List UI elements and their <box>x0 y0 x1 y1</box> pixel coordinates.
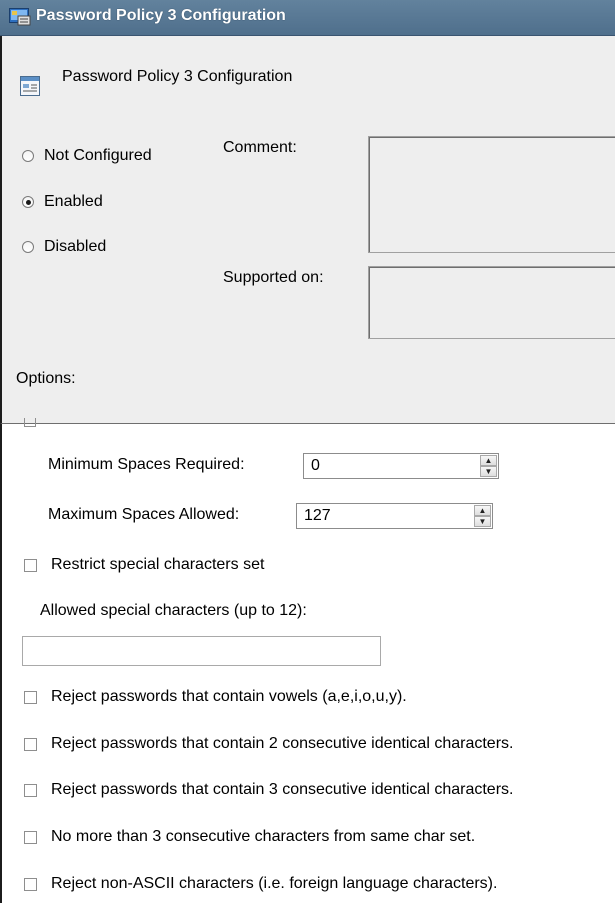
policy-window-icon <box>9 8 31 26</box>
checkbox[interactable] <box>24 783 37 797</box>
checkbox-label: Reject non-ASCII characters (i.e. foreig… <box>51 875 498 892</box>
radio-label: Disabled <box>44 238 107 255</box>
window-title: Password Policy 3 Configuration <box>36 7 286 24</box>
checkbox-row[interactable]: Reject passwords that contain 3 consecut… <box>24 781 513 799</box>
checkbox-label: Restrict special characters set <box>51 556 265 573</box>
radio-button-selected[interactable] <box>22 196 34 208</box>
policy-document-icon <box>20 76 40 96</box>
maximum-spaces-label: Maximum Spaces Allowed: <box>48 506 240 523</box>
checkbox-label: Reject passwords that contain 2 consecut… <box>51 735 514 752</box>
radio-label: Enabled <box>44 193 103 210</box>
maximum-spaces-row: Maximum Spaces Allowed: <box>48 506 239 524</box>
radio-disabled[interactable]: Disabled <box>22 238 106 256</box>
partially-hidden-checkbox[interactable] <box>24 418 36 427</box>
radio-not-configured[interactable]: Not Configured <box>22 147 152 165</box>
checkbox[interactable] <box>24 737 37 751</box>
checkbox-row[interactable]: Reject non-ASCII characters (i.e. foreig… <box>24 875 497 893</box>
spin-up-icon[interactable]: ▲ <box>480 455 497 466</box>
checkbox[interactable] <box>24 558 37 572</box>
minimum-spaces-spinner[interactable]: 0 ▲ ▼ <box>303 453 499 479</box>
checkbox-label: Reject passwords that contain 3 consecut… <box>51 781 514 798</box>
radio-button[interactable] <box>22 150 34 162</box>
checkbox-row[interactable]: No more than 3 consecutive characters fr… <box>24 828 475 846</box>
comment-field[interactable] <box>368 136 615 253</box>
spin-down-icon[interactable]: ▼ <box>480 466 497 477</box>
policy-heading: Password Policy 3 Configuration <box>62 68 293 85</box>
maximum-spaces-value: 127 <box>304 507 331 524</box>
comment-label: Comment: <box>223 139 297 156</box>
minimum-spaces-label: Minimum Spaces Required: <box>48 456 245 473</box>
minimum-spaces-row: Minimum Spaces Required: <box>48 456 245 474</box>
supported-on-field <box>368 266 615 339</box>
checkbox[interactable] <box>24 690 37 704</box>
settings-panel: Password Policy 3 Configuration Not Conf… <box>0 36 615 424</box>
spin-down-icon[interactable]: ▼ <box>474 516 491 527</box>
maximum-spaces-spinner[interactable]: 127 ▲ ▼ <box>296 503 493 529</box>
checkbox-label: No more than 3 consecutive characters fr… <box>51 828 476 845</box>
checkbox-label: Reject passwords that contain vowels (a,… <box>51 688 407 705</box>
allowed-special-input[interactable] <box>22 636 381 666</box>
options-scroll-area[interactable]: Minimum Spaces Required: 0 ▲ ▼ Maximum S… <box>0 418 615 903</box>
checkbox-row[interactable]: Reject passwords that contain 2 consecut… <box>24 735 513 753</box>
title-bar[interactable]: Password Policy 3 Configuration <box>0 0 615 36</box>
allowed-special-label: Allowed special characters (up to 12): <box>40 602 307 619</box>
options-label: Options: <box>16 370 76 387</box>
checkbox[interactable] <box>24 830 37 844</box>
radio-button[interactable] <box>22 241 34 253</box>
restrict-special-checkbox-row[interactable]: Restrict special characters set <box>24 556 264 574</box>
spin-up-icon[interactable]: ▲ <box>474 505 491 516</box>
supported-on-label: Supported on: <box>223 269 324 286</box>
policy-configuration-window: Password Policy 3 Configuration Password… <box>0 0 615 903</box>
checkbox[interactable] <box>24 877 37 891</box>
checkbox-row[interactable]: Reject passwords that contain vowels (a,… <box>24 688 407 706</box>
radio-label: Not Configured <box>44 147 152 164</box>
radio-enabled[interactable]: Enabled <box>22 193 103 211</box>
minimum-spaces-value: 0 <box>311 457 320 474</box>
